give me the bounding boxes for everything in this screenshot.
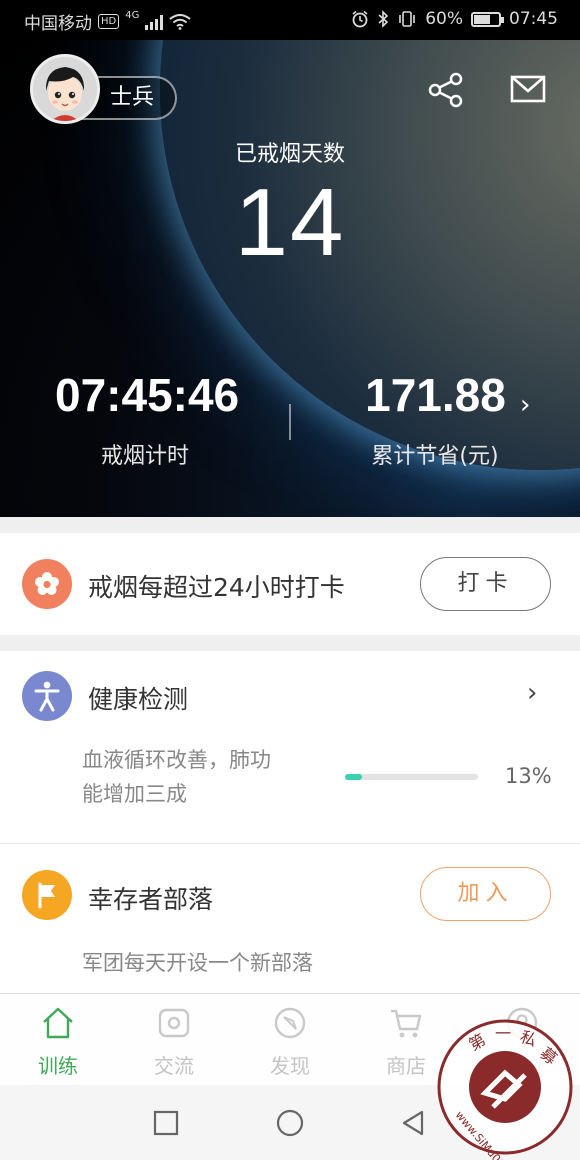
bluetooth-icon — [378, 10, 389, 28]
tab-label: 发现 — [270, 1054, 310, 1078]
back-icon[interactable] — [394, 1103, 434, 1143]
checkin-card: 戒烟每超过24小时打卡 打卡 — [0, 533, 580, 635]
health-title: 健康检测 — [88, 685, 189, 714]
compass-icon — [274, 1007, 306, 1039]
tab-training[interactable]: 训练 — [0, 1006, 116, 1079]
home-button-icon[interactable] — [270, 1103, 310, 1143]
battery-percent: 60% — [425, 9, 463, 29]
hero-panel: 士兵 已戒烟天数 14 07:45:46 戒烟计时 171.88 › 累计节省(… — [0, 40, 580, 517]
cart-icon — [391, 1009, 422, 1038]
home-icon — [43, 1007, 73, 1039]
checkin-title: 戒烟每超过24小时打卡 — [88, 573, 345, 602]
battery-icon — [471, 11, 504, 27]
tab-chat[interactable]: 交流 — [116, 1006, 232, 1079]
tribe-card[interactable]: 幸存者部落 加入 军团每天开设一个新部落 — [0, 843, 580, 995]
quit-timer: 07:45:46 — [55, 369, 240, 421]
tab-label: 交流 — [154, 1054, 194, 1078]
days-count: 14 — [234, 169, 346, 276]
flower-icon — [22, 559, 72, 609]
vibrate-icon — [399, 11, 416, 27]
tab-label: 训练 — [38, 1054, 78, 1078]
tribe-title: 幸存者部落 — [88, 885, 214, 914]
chevron-right-icon[interactable]: › — [520, 390, 530, 420]
chevron-right-icon[interactable]: › — [527, 678, 537, 708]
money-saved-label: 累计节省(元) — [371, 444, 499, 469]
watermark-seal: 第 一 私 募 www.SiMu001.cn — [433, 1015, 578, 1160]
alarm-icon — [352, 10, 368, 28]
avatar[interactable] — [30, 54, 100, 124]
stats-divider — [289, 404, 291, 440]
mail-icon[interactable] — [510, 74, 546, 104]
health-progress-bar — [345, 774, 478, 780]
health-progress-label: 13% — [505, 764, 552, 788]
checkin-button[interactable]: 打卡 — [420, 557, 551, 611]
tab-discover[interactable]: 发现 — [232, 1006, 348, 1079]
hd-badge: HD — [98, 14, 120, 29]
svg-text:一: 一 — [495, 1024, 511, 1043]
carrier-label: 中国移动 — [24, 14, 92, 34]
signal-icon — [145, 14, 164, 30]
quit-timer-label: 戒烟计时 — [100, 444, 189, 469]
wifi-icon — [169, 13, 191, 30]
recent-apps-icon[interactable] — [146, 1103, 186, 1143]
person-icon — [22, 671, 72, 721]
join-button[interactable]: 加入 — [420, 867, 551, 921]
health-desc-line1: 血液循环改善，肺功 — [82, 748, 271, 772]
share-icon[interactable] — [426, 70, 466, 110]
chat-icon — [158, 1008, 190, 1038]
flag-icon — [22, 870, 72, 920]
clock: 07:45 — [509, 9, 558, 29]
money-saved[interactable]: 171.88 — [358, 368, 513, 422]
network-label: 4G — [125, 10, 140, 21]
days-label: 已戒烟天数 — [234, 142, 345, 167]
status-bar: 中国移动 HD 4G 60% 07:45 — [0, 0, 580, 40]
health-desc-line2: 能增加三成 — [82, 782, 187, 806]
health-card[interactable]: 健康检测 › 血液循环改善，肺功 能增加三成 13% — [0, 651, 580, 843]
tribe-desc: 军团每天开设一个新部落 — [82, 951, 313, 975]
